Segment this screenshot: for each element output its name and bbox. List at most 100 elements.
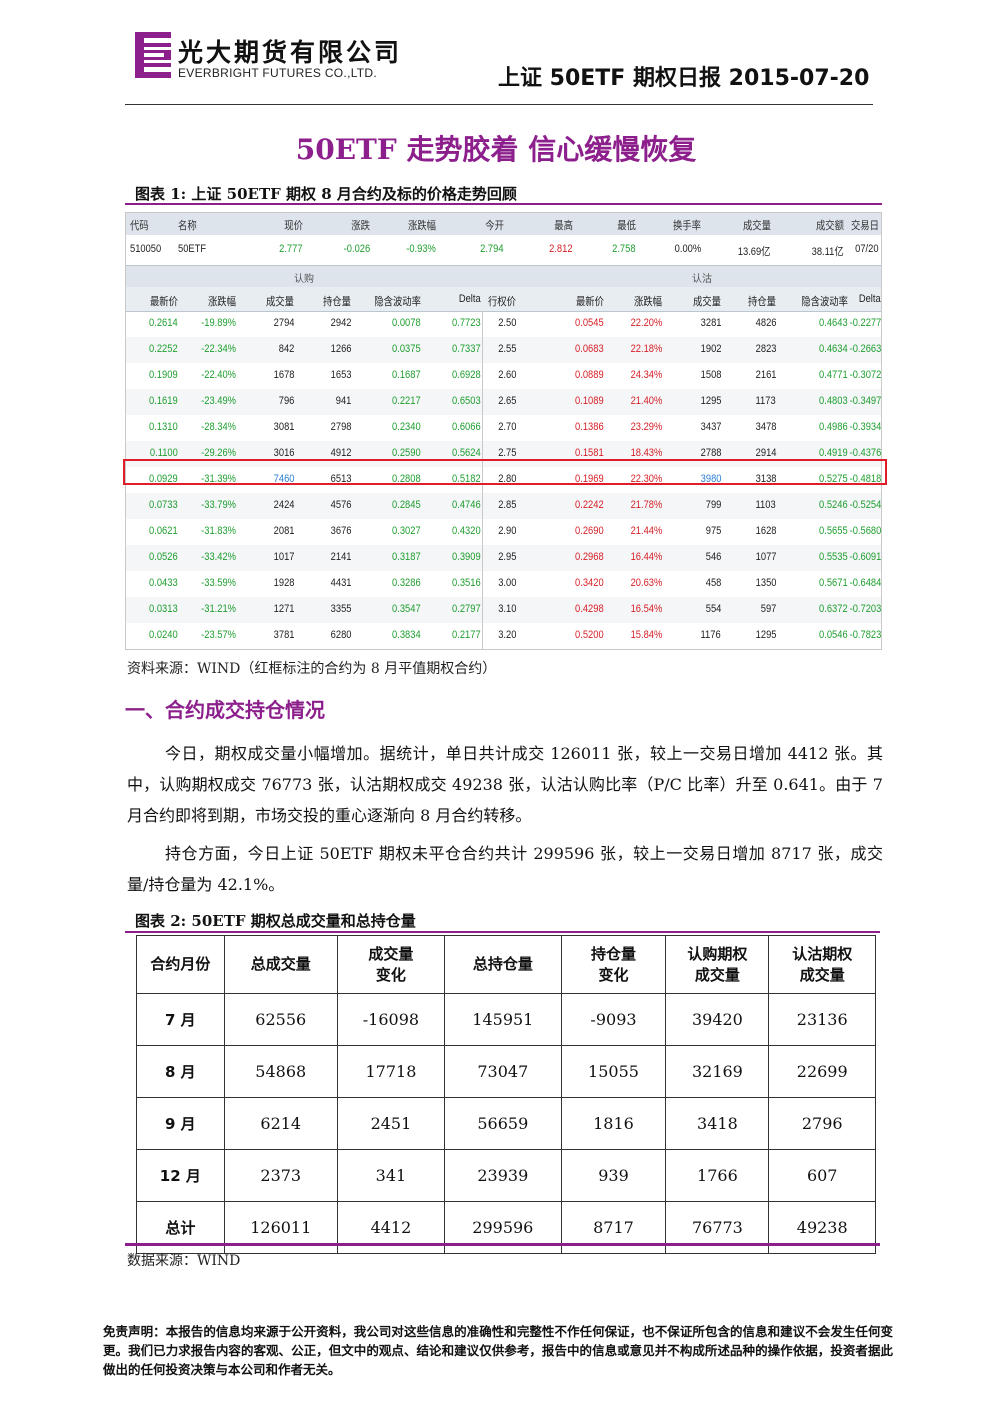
option-cell: 0.2252 [149, 343, 178, 355]
option-cell: 0.5671 [819, 577, 848, 589]
option-cell: 2424 [273, 499, 294, 511]
underlying-header-cell: 代码 [130, 220, 149, 232]
option-cell: 0.0240 [149, 629, 178, 641]
option-cell: 941 [335, 395, 351, 407]
underlying-value-row: 510050 50ETF 2.777 -0.026 -0.93% 2.794 2.812 2.… [126, 235, 881, 265]
company-logo-icon [135, 32, 171, 78]
summary-header-cell: 成交量 变化 [336, 935, 446, 994]
figure1-caption: 图表 1: 上证 50ETF 期权 8 月合约及标的价格走势回顾 [135, 185, 517, 203]
option-cell: 0.5200 [575, 629, 604, 641]
option-cell: 0.1619 [149, 395, 178, 407]
option-cell: 0.4634 [819, 343, 848, 355]
summary-row-header: 12 月 [136, 1149, 225, 1202]
option-cell: 1173 [755, 395, 776, 407]
option-cell: 2794 [273, 317, 294, 329]
summary-cell: 54868 [223, 1045, 338, 1098]
summary-cell: 2451 [336, 1097, 446, 1150]
option-cell: 458 [705, 577, 721, 589]
option-cell: 4826 [755, 317, 776, 329]
option-cell: -0.6484 [849, 577, 881, 589]
summary-cell: 62556 [223, 993, 338, 1046]
option-cell: 0.0546 [819, 629, 848, 641]
option-cell: 0.0889 [575, 369, 604, 381]
option-cell: 0.0733 [149, 499, 178, 511]
option-cell: 0.1100 [150, 447, 178, 459]
summary-cell: 2796 [768, 1097, 876, 1150]
option-cell: 3016 [273, 447, 294, 459]
option-cell: 16.54% [630, 603, 662, 615]
option-cell: 1103 [755, 499, 776, 511]
option-cell: 0.3420 [575, 577, 604, 589]
option-cell: 0.2845 [392, 499, 421, 511]
option-cell: 0.4919 [819, 447, 848, 459]
option-column-header-cell: 持仓量 [322, 296, 351, 308]
option-cell: 2788 [700, 447, 721, 459]
summary-cell: 145951 [444, 993, 562, 1046]
option-column-header-cell: 行权价 [487, 296, 516, 308]
option-cell: 3355 [330, 603, 351, 615]
underlying-header-cell: 涨跌 [351, 220, 370, 232]
option-cell: 0.3909 [452, 551, 481, 563]
option-cell: -28.34% [201, 421, 236, 433]
disclaimer: 免责声明：本报告的信息均来源于公开资料，我公司对这些信息的准确性和完整性不作任何… [103, 1324, 893, 1377]
summary-cell: 56659 [444, 1097, 562, 1150]
option-cell: 0.2968 [575, 551, 604, 563]
option-cell: 1295 [700, 395, 721, 407]
option-cell: -31.21% [201, 603, 236, 615]
option-cell: 3281 [700, 317, 721, 329]
option-row: 0.1310 -28.34% 3081 2798 0.2340 0.6066 2.70 0.1… [126, 415, 881, 441]
option-cell: -0.3497 [849, 395, 881, 407]
option-cell: 1017 [273, 551, 294, 563]
option-cell: -33.42% [201, 551, 236, 563]
option-row: 0.0433 -33.59% 1928 4431 0.3286 0.3516 3.00 0.3… [126, 571, 881, 597]
underlying-value-cell: 2.758 [612, 243, 636, 255]
option-cell: 4912 [330, 447, 351, 459]
option-column-header-row: 最新价 涨跌幅 成交量 持仓量 隐含波动率 Delta 行权价 最新价 涨跌幅 成交量 持仓量 隐含波… [126, 287, 881, 312]
option-cell: -0.2663 [849, 343, 881, 355]
option-cell: -33.59% [201, 577, 236, 589]
call-group-header: 认购 [126, 265, 482, 289]
option-cell: 2.60 [497, 369, 516, 381]
underlying-value-cell: 2.794 [480, 243, 504, 255]
option-cell: 0.0683 [575, 343, 604, 355]
option-row: 0.0621 -31.83% 2081 3676 0.3027 0.4320 2.90 0.2… [126, 519, 881, 545]
option-cell: 3676 [330, 525, 351, 537]
summary-row-header: 8 月 [136, 1045, 225, 1098]
option-row: 0.2614 -19.89% 2794 2942 0.0078 0.7723 2.50 0.0… [126, 311, 881, 337]
option-cell: 3081 [273, 421, 294, 433]
option-cell: 0.0313 [149, 603, 178, 615]
option-cell: 1350 [755, 577, 776, 589]
option-cell: 597 [760, 603, 776, 615]
option-cell: 0.2242 [575, 499, 604, 511]
option-cell: 842 [278, 343, 294, 355]
option-cell: 0.7337 [452, 343, 481, 355]
option-cell: -0.6091 [849, 551, 881, 563]
option-cell: 0.5655 [819, 525, 848, 537]
section1-title: 一、合约成交持仓情况 [125, 698, 325, 722]
underlying-header-cell: 涨跌幅 [407, 220, 436, 232]
option-cell: 0.3834 [392, 629, 421, 641]
underlying-value-cell: 07/20 [855, 243, 879, 255]
option-cell: 0.0545 [575, 317, 604, 329]
underlying-value-cell: 38.11亿 [811, 246, 844, 258]
option-column-header-cell: 隐含波动率 [801, 296, 848, 308]
atm-highlight-box [123, 459, 887, 485]
option-cell: 0.2177 [452, 629, 481, 641]
put-group-label: 认沽 [692, 274, 712, 285]
summary-row: 12 月 2373 341 23939 939 1766 607 [136, 1149, 876, 1202]
summary-header-cell: 认沽期权 成交量 [768, 935, 876, 994]
option-cell: 2.85 [497, 499, 516, 511]
option-cell: 0.0621 [149, 525, 178, 537]
summary-cell: 23136 [768, 993, 876, 1046]
summary-cell: 17718 [336, 1045, 446, 1098]
summary-cell: 32169 [665, 1045, 770, 1098]
option-cell: 2081 [273, 525, 294, 537]
summary-row: 7 月 62556 -16098 145951 -9093 39420 23136 [136, 993, 876, 1046]
option-cell: 2942 [330, 317, 351, 329]
option-cell: 6280 [330, 629, 351, 641]
option-cell: 0.3547 [392, 603, 421, 615]
option-cell: -33.79% [201, 499, 236, 511]
underlying-header-cell: 成交量 [742, 220, 771, 232]
option-cell: 2141 [330, 551, 351, 563]
option-cell: 0.4643 [819, 317, 848, 329]
